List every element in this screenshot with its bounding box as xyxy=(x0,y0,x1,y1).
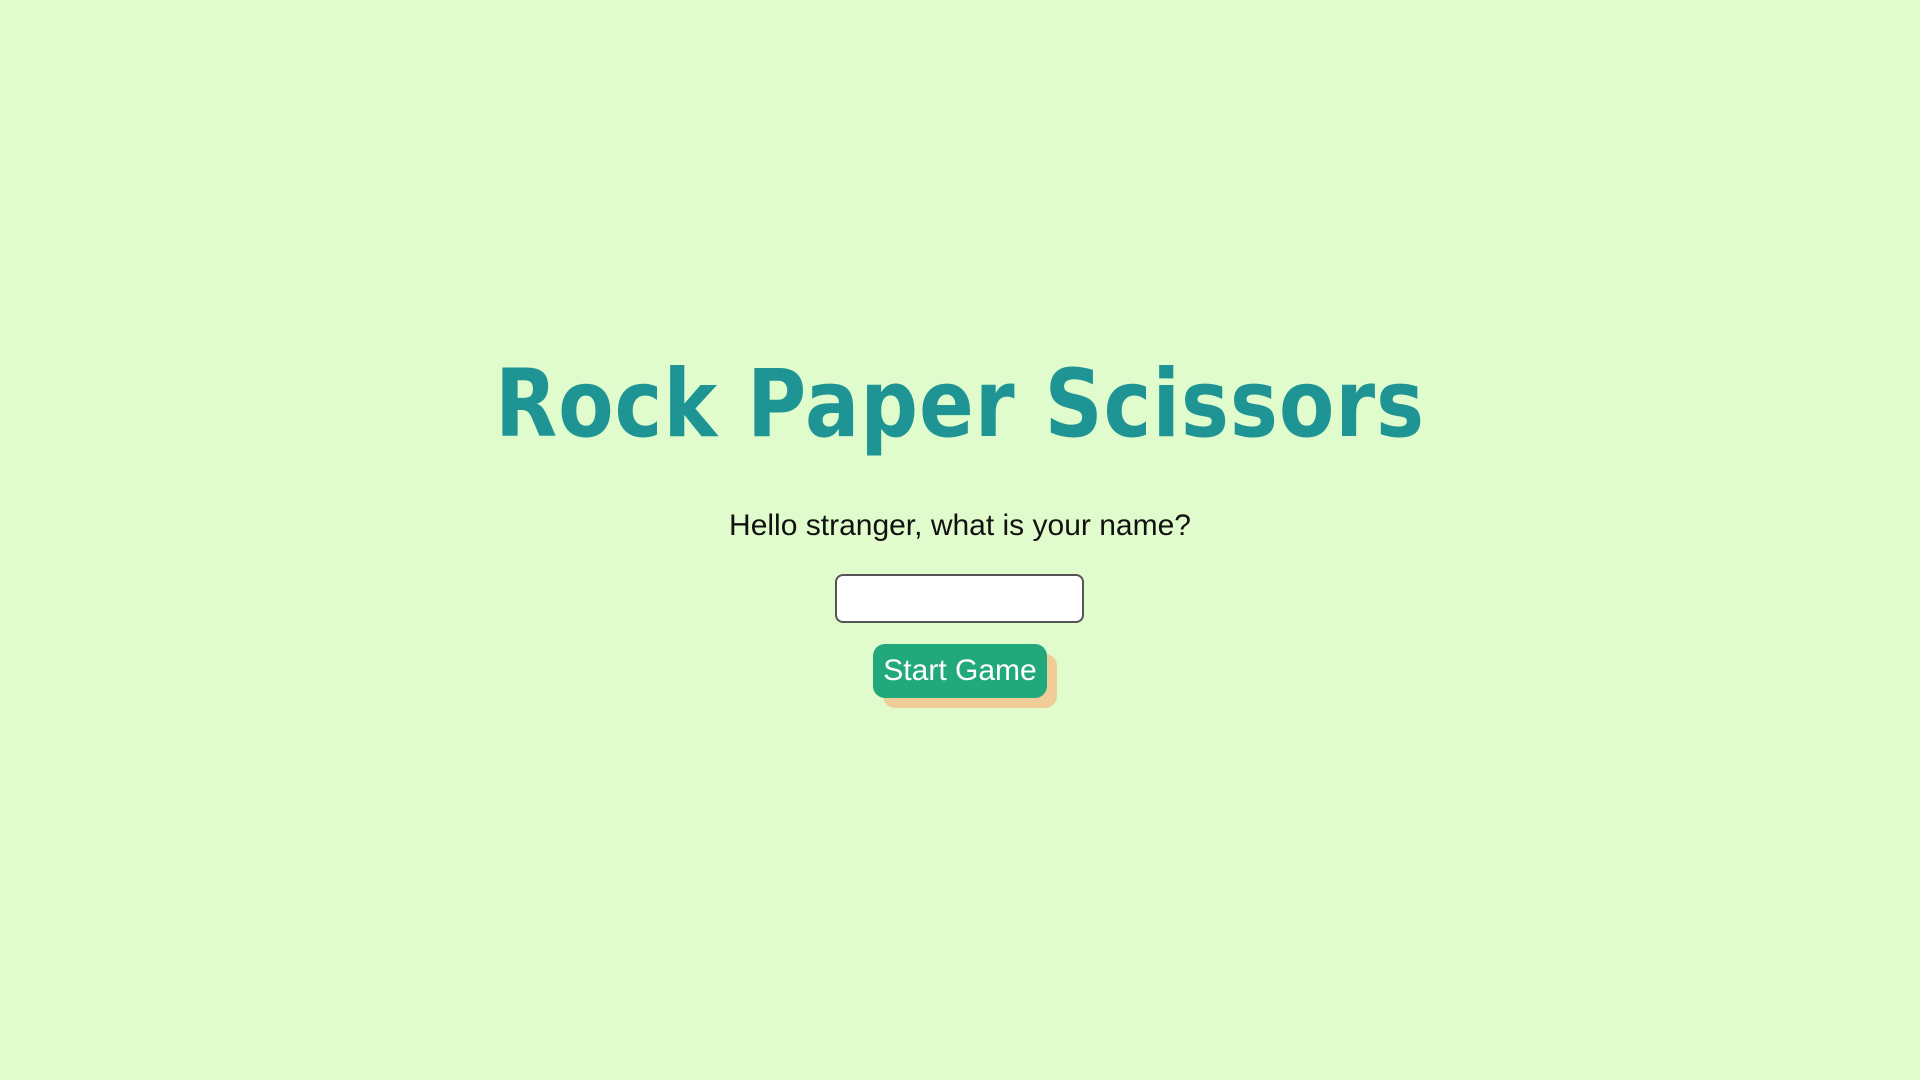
page-title: Rock Paper Scissors xyxy=(495,350,1425,459)
name-prompt: Hello stranger, what is your name? xyxy=(729,509,1191,542)
name-input[interactable] xyxy=(835,574,1084,623)
game-start-screen: Rock Paper Scissors Hello stranger, what… xyxy=(0,0,1920,1080)
start-game-button[interactable]: Start Game xyxy=(873,644,1047,698)
